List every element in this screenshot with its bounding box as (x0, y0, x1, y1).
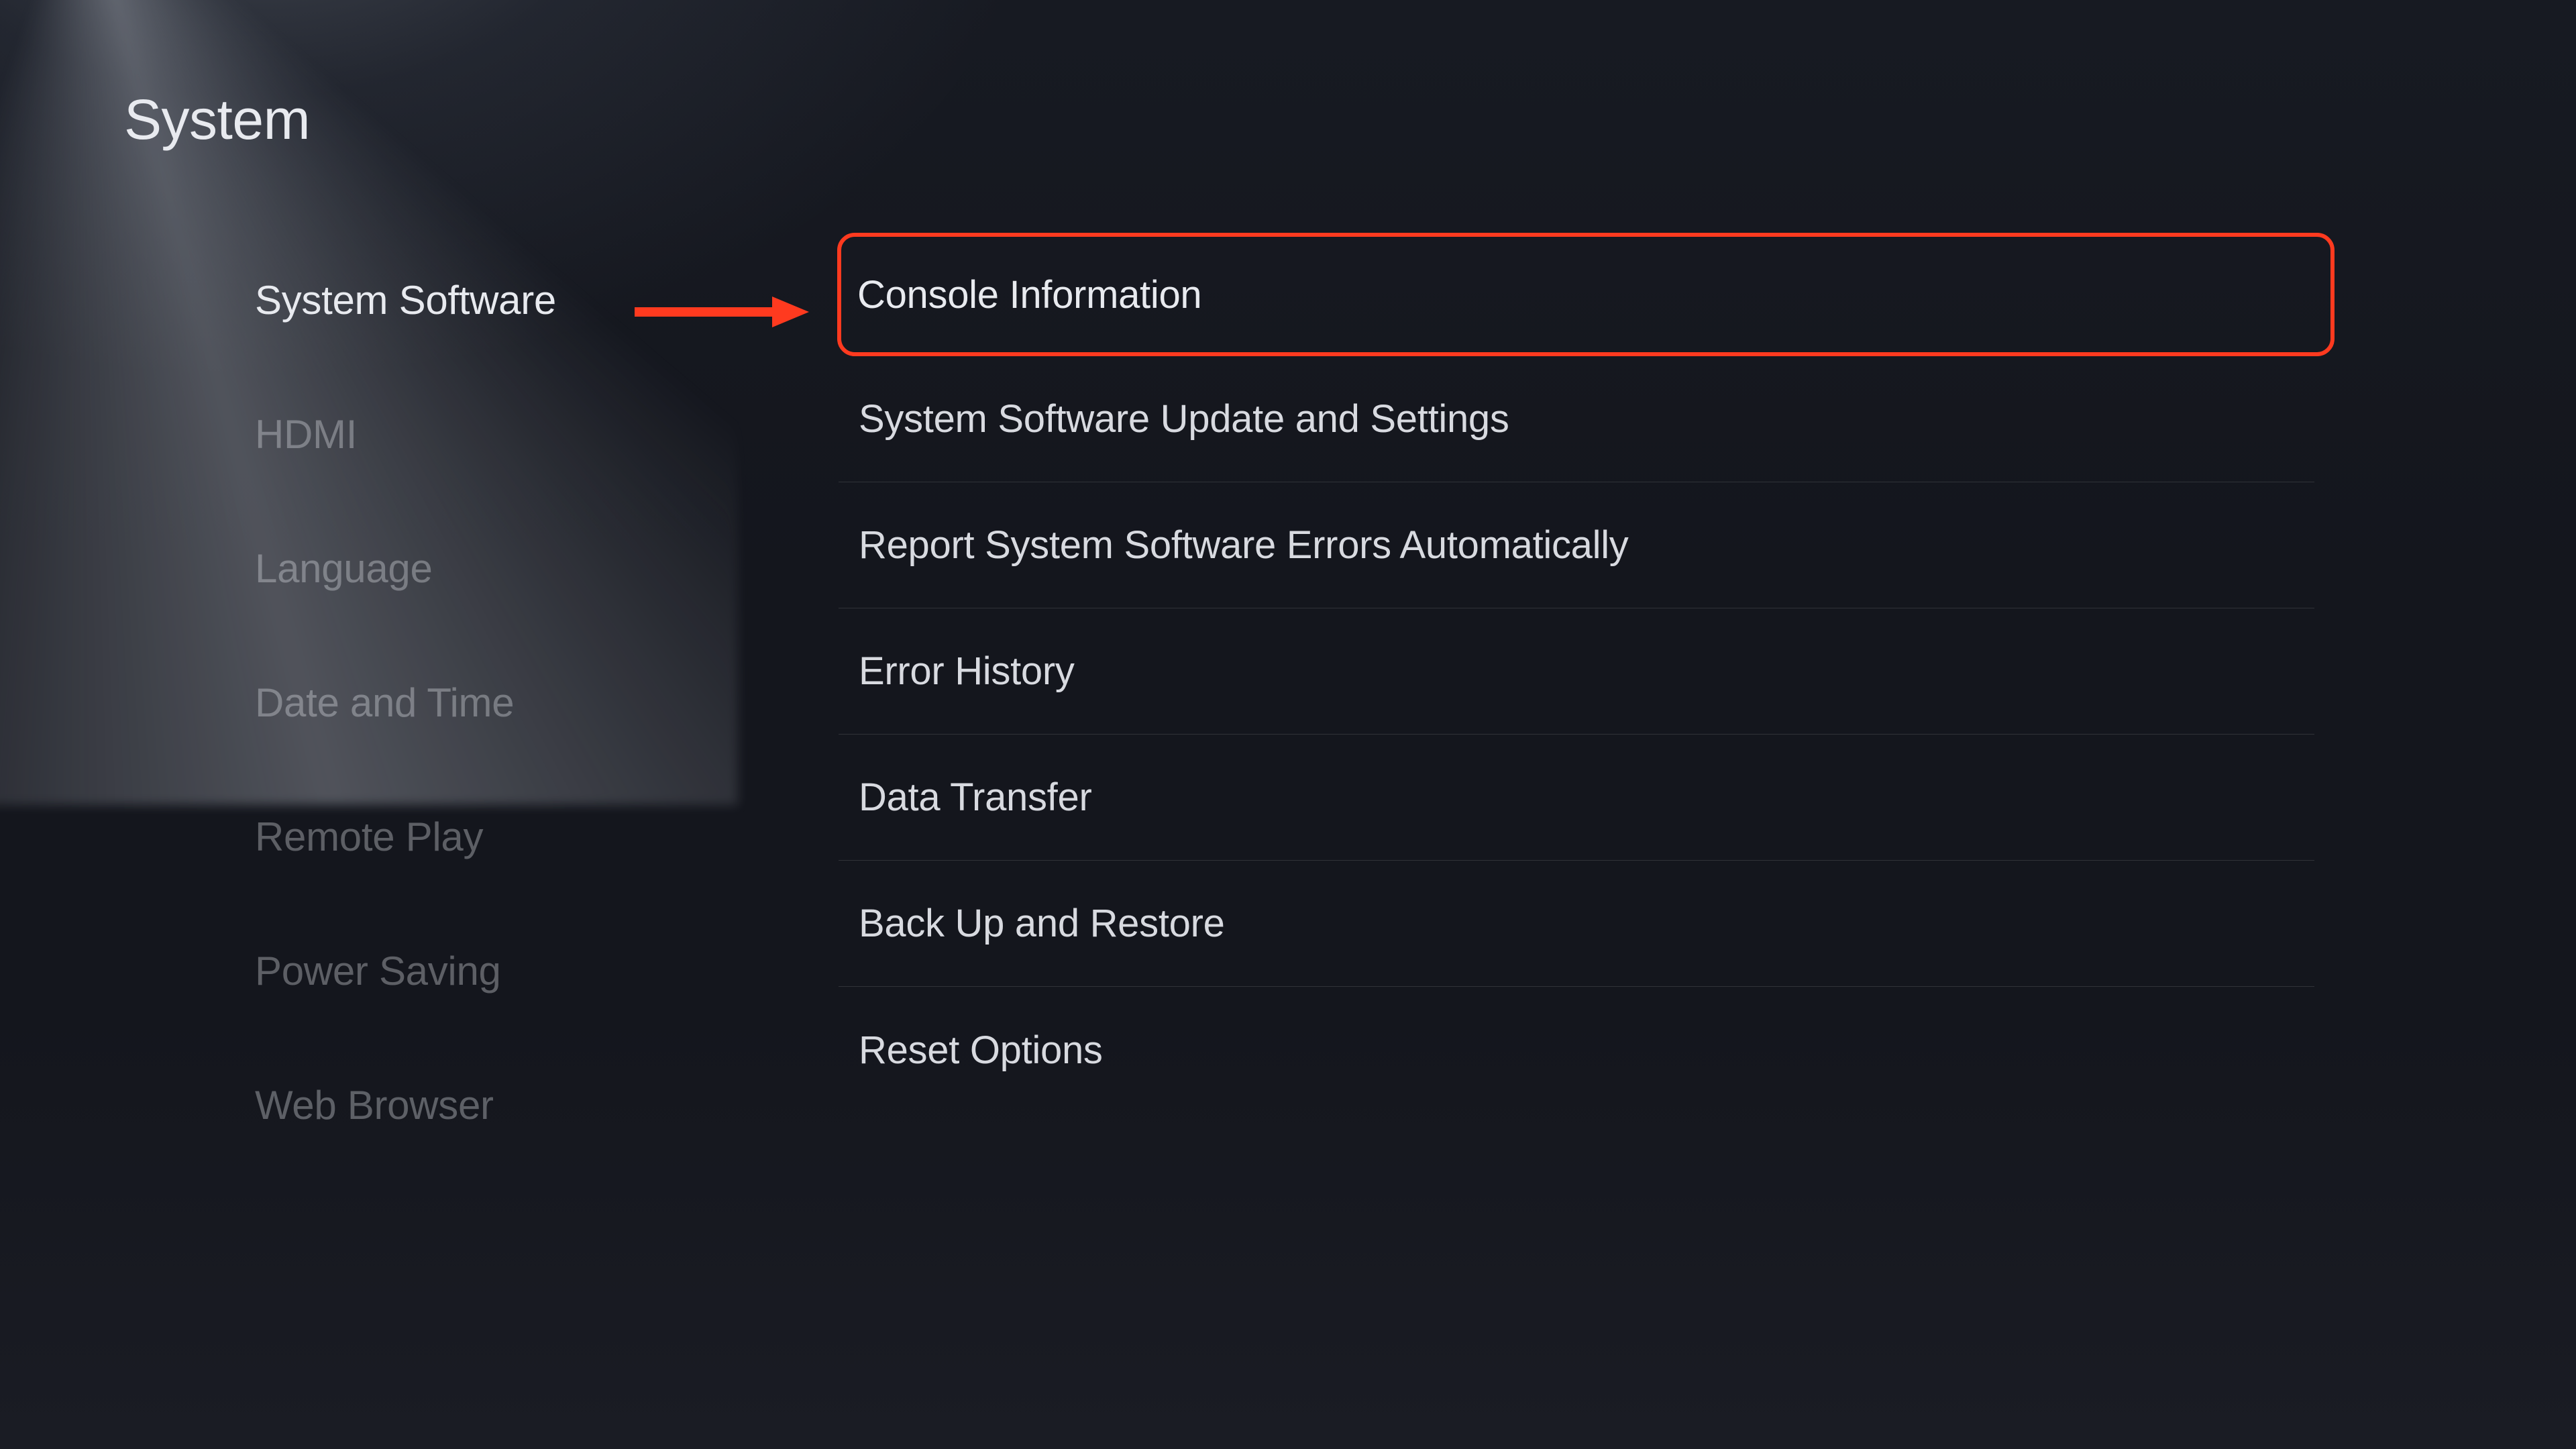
sidebar-item-label: Date and Time (255, 680, 514, 726)
sidebar-item-label: Power Saving (255, 948, 501, 994)
content-area: System Software HDMI Language Date and T… (0, 233, 2576, 1172)
sidebar-item-language[interactable]: Language (255, 501, 839, 635)
list-item-label: System Software Update and Settings (859, 396, 1509, 441)
sidebar-item-label: Remote Play (255, 814, 483, 860)
list-item-label: Back Up and Restore (859, 901, 1225, 946)
list-item-report-errors[interactable]: Report System Software Errors Automatica… (839, 482, 2314, 608)
sidebar-item-label: Language (255, 545, 433, 592)
sidebar: System Software HDMI Language Date and T… (0, 233, 839, 1172)
sidebar-item-hdmi[interactable]: HDMI (255, 367, 839, 501)
list-item-label: Error History (859, 649, 1075, 694)
sidebar-item-remote-play[interactable]: Remote Play (255, 769, 839, 904)
list-item-data-transfer[interactable]: Data Transfer (839, 735, 2314, 861)
list-item-backup-restore[interactable]: Back Up and Restore (839, 861, 2314, 987)
sidebar-item-label: System Software (255, 277, 556, 323)
sidebar-item-power-saving[interactable]: Power Saving (255, 904, 839, 1038)
list-item-console-information[interactable]: Console Information (837, 233, 2334, 356)
sidebar-item-web-browser[interactable]: Web Browser (255, 1038, 839, 1172)
list-item-label: Reset Options (859, 1028, 1103, 1073)
page-container: System System Software HDMI Language Dat… (0, 0, 2576, 1449)
sidebar-item-label: Web Browser (255, 1082, 494, 1128)
list-item-system-software-update[interactable]: System Software Update and Settings (839, 356, 2314, 482)
sidebar-item-label: HDMI (255, 411, 357, 458)
list-item-reset-options[interactable]: Reset Options (839, 987, 2314, 1113)
list-item-error-history[interactable]: Error History (839, 608, 2314, 735)
main-list: Console Information System Software Upda… (839, 233, 2576, 1172)
list-item-label: Console Information (857, 272, 1201, 317)
sidebar-item-date-time[interactable]: Date and Time (255, 635, 839, 769)
sidebar-item-system-software[interactable]: System Software (255, 233, 839, 367)
list-item-label: Report System Software Errors Automatica… (859, 523, 1629, 568)
list-item-label: Data Transfer (859, 775, 1091, 820)
page-title: System (124, 87, 2576, 152)
